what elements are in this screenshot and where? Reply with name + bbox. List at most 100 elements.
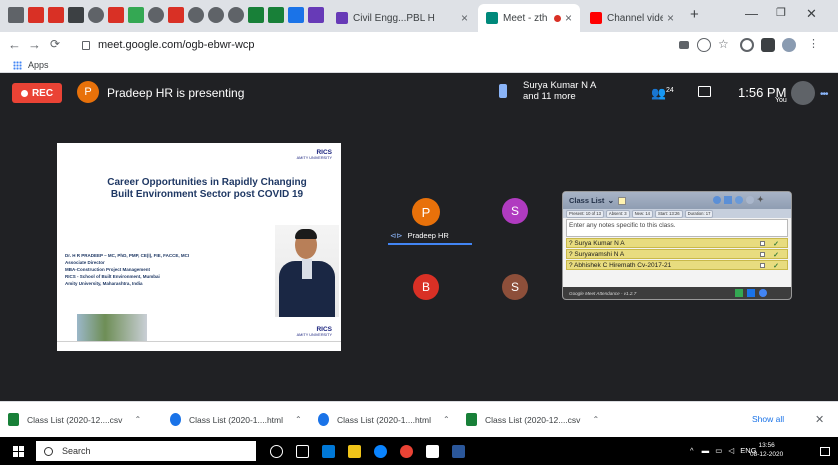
filter-start[interactable]: Start: 13:26 [654, 209, 683, 218]
pinned-tab-icon[interactable] [68, 7, 84, 23]
close-icon[interactable]: × [667, 11, 674, 25]
pinned-tab-icon[interactable] [8, 7, 24, 23]
pinned-tab-docs-icon[interactable] [288, 7, 304, 23]
network-icon[interactable]: ▬ [702, 446, 710, 455]
volume-icon[interactable]: ◁ [728, 446, 734, 455]
present-check-icon[interactable]: ✓ [773, 262, 779, 270]
pinned-tab-gmail-icon[interactable] [28, 7, 44, 23]
download-icon[interactable] [697, 38, 711, 52]
close-icon[interactable]: × [461, 11, 468, 25]
browser-menu-icon[interactable]: ⋮ [808, 37, 819, 50]
pinned-tab-forms-icon[interactable] [308, 7, 324, 23]
people-button[interactable]: 👥24 [651, 86, 674, 100]
minimize-button[interactable]: — [745, 6, 758, 21]
participant-avatar[interactable]: B [413, 274, 439, 300]
settings-icon[interactable] [746, 196, 754, 204]
address-bar[interactable]: meet.google.com/ogb-ebwr-wcp [82, 36, 642, 54]
bookmark-star-icon[interactable]: ☆ [718, 37, 729, 51]
pinned-tab-icon[interactable] [188, 7, 204, 23]
filter-present[interactable]: Present: 10 of 13 [566, 209, 604, 218]
pinned-tab-classroom-icon[interactable] [128, 7, 144, 23]
sheets-icon[interactable] [735, 289, 743, 297]
maximize-button[interactable]: ❐ [776, 6, 786, 19]
more-options-icon[interactable]: ••• [820, 89, 828, 100]
download-item[interactable]: Class List (2020-1....html ⌃ [318, 413, 450, 426]
edit-icon[interactable] [618, 196, 627, 205]
notification-icon[interactable] [820, 447, 830, 456]
pinned-tab-gmail-icon[interactable] [168, 7, 184, 23]
attendance-row[interactable]: ? Surya Kumar N A ✓ [566, 238, 788, 248]
profile-avatar[interactable] [782, 38, 796, 52]
pinned-tab-icon[interactable] [228, 7, 244, 23]
taskbar-clock[interactable]: 13:56 08-12-2020 [750, 441, 783, 459]
file-explorer-icon[interactable] [348, 445, 361, 458]
attendance-class-list-panel[interactable]: Class List ⌄ ✦ Present: 10 of 13 Absent:… [562, 191, 792, 300]
self-video-thumbnail[interactable] [791, 81, 815, 105]
chevron-up-icon[interactable]: ⌃ [134, 415, 141, 424]
task-view-icon[interactable] [296, 445, 309, 458]
apps-grid-icon[interactable] [13, 61, 22, 70]
tab-channel-videos[interactable]: Channel videos × [582, 4, 682, 32]
windows-start-icon[interactable] [13, 446, 24, 457]
chrome-icon[interactable] [400, 445, 413, 458]
presentation-slide[interactable]: RICS AMITY UNIVERSITY Career Opportuniti… [57, 143, 341, 351]
extension-icon[interactable] [740, 38, 754, 52]
store-icon[interactable] [426, 445, 439, 458]
export-icon[interactable] [713, 196, 721, 204]
close-icon[interactable]: × [565, 11, 572, 25]
pinned-tab-icon[interactable] [208, 7, 224, 23]
battery-icon[interactable]: ▭ [715, 446, 722, 455]
tray-chevron-icon[interactable]: ^ [690, 446, 694, 455]
pinned-tab-icon[interactable] [148, 7, 164, 23]
download-item[interactable]: Class List (2020-1....html ⌃ [170, 413, 302, 426]
chevron-up-icon[interactable]: ⌃ [295, 415, 302, 424]
download-item[interactable]: Class List (2020-12....csv ⌃ [8, 413, 141, 426]
filter-new[interactable]: New: 14 [631, 209, 653, 218]
filter-absent[interactable]: Absent: 3 [605, 209, 630, 218]
present-check-icon[interactable]: ✓ [773, 251, 779, 259]
checkbox-icon[interactable] [760, 252, 765, 257]
pinned-tab-gmail-icon[interactable] [108, 7, 124, 23]
participant-avatar[interactable]: S [502, 274, 528, 300]
pin-icon[interactable]: ✦ [757, 196, 765, 204]
present-check-icon[interactable]: ✓ [773, 240, 779, 248]
pinned-tab-gmail-icon[interactable] [48, 7, 64, 23]
table-icon[interactable] [724, 196, 732, 204]
participant-avatar[interactable]: S [502, 198, 528, 224]
edge-icon[interactable] [374, 445, 387, 458]
word-icon[interactable] [452, 445, 465, 458]
apps-bookmark[interactable]: Apps [28, 60, 49, 70]
chat-icon[interactable] [698, 86, 711, 97]
show-all-downloads-link[interactable]: Show all [752, 414, 784, 424]
tab-civil-engg[interactable]: Civil Engg...PBL H × [328, 4, 476, 32]
mail-icon[interactable] [322, 445, 335, 458]
close-window-button[interactable]: ✕ [806, 6, 817, 22]
back-arrow-icon[interactable]: ← [8, 37, 21, 52]
help-icon[interactable] [759, 289, 767, 297]
forward-arrow-icon[interactable]: → [28, 37, 41, 52]
attendance-row[interactable]: ? Abhishek C Hiremath Cv-2017-21 ✓ [566, 260, 788, 270]
class-notes-field[interactable]: Enter any notes specific to this class. [566, 219, 788, 237]
chevron-down-icon[interactable]: ⌄ [607, 196, 614, 205]
new-tab-button[interactable]: + [690, 6, 699, 23]
attendance-row[interactable]: ? Suryavamshi N A ✓ [566, 249, 788, 259]
close-icon[interactable]: ✕ [815, 413, 824, 426]
pinned-tab-icon[interactable] [88, 7, 104, 23]
checkbox-icon[interactable] [760, 263, 765, 268]
checkbox-icon[interactable] [760, 241, 765, 246]
cortana-icon[interactable] [270, 445, 283, 458]
participant-avatar-pradeep[interactable]: P [412, 198, 440, 226]
puzzle-extensions-icon[interactable] [761, 38, 775, 52]
refresh-icon[interactable] [735, 196, 743, 204]
taskbar-search[interactable]: Search [36, 441, 256, 461]
camera-icon[interactable] [679, 41, 689, 49]
tab-meet[interactable]: Meet - zth × [478, 4, 580, 32]
reload-icon[interactable]: ⟳ [50, 37, 60, 51]
filter-duration[interactable]: Duration: 17 [684, 209, 714, 218]
chevron-up-icon[interactable]: ⌃ [443, 415, 450, 424]
download-item[interactable]: Class List (2020-12....csv ⌃ [466, 413, 599, 426]
pinned-tab-classroom-icon[interactable] [248, 7, 264, 23]
pinned-tab-classroom-icon[interactable] [268, 7, 284, 23]
docs-icon[interactable] [747, 289, 755, 297]
chevron-up-icon[interactable]: ⌃ [592, 415, 599, 424]
